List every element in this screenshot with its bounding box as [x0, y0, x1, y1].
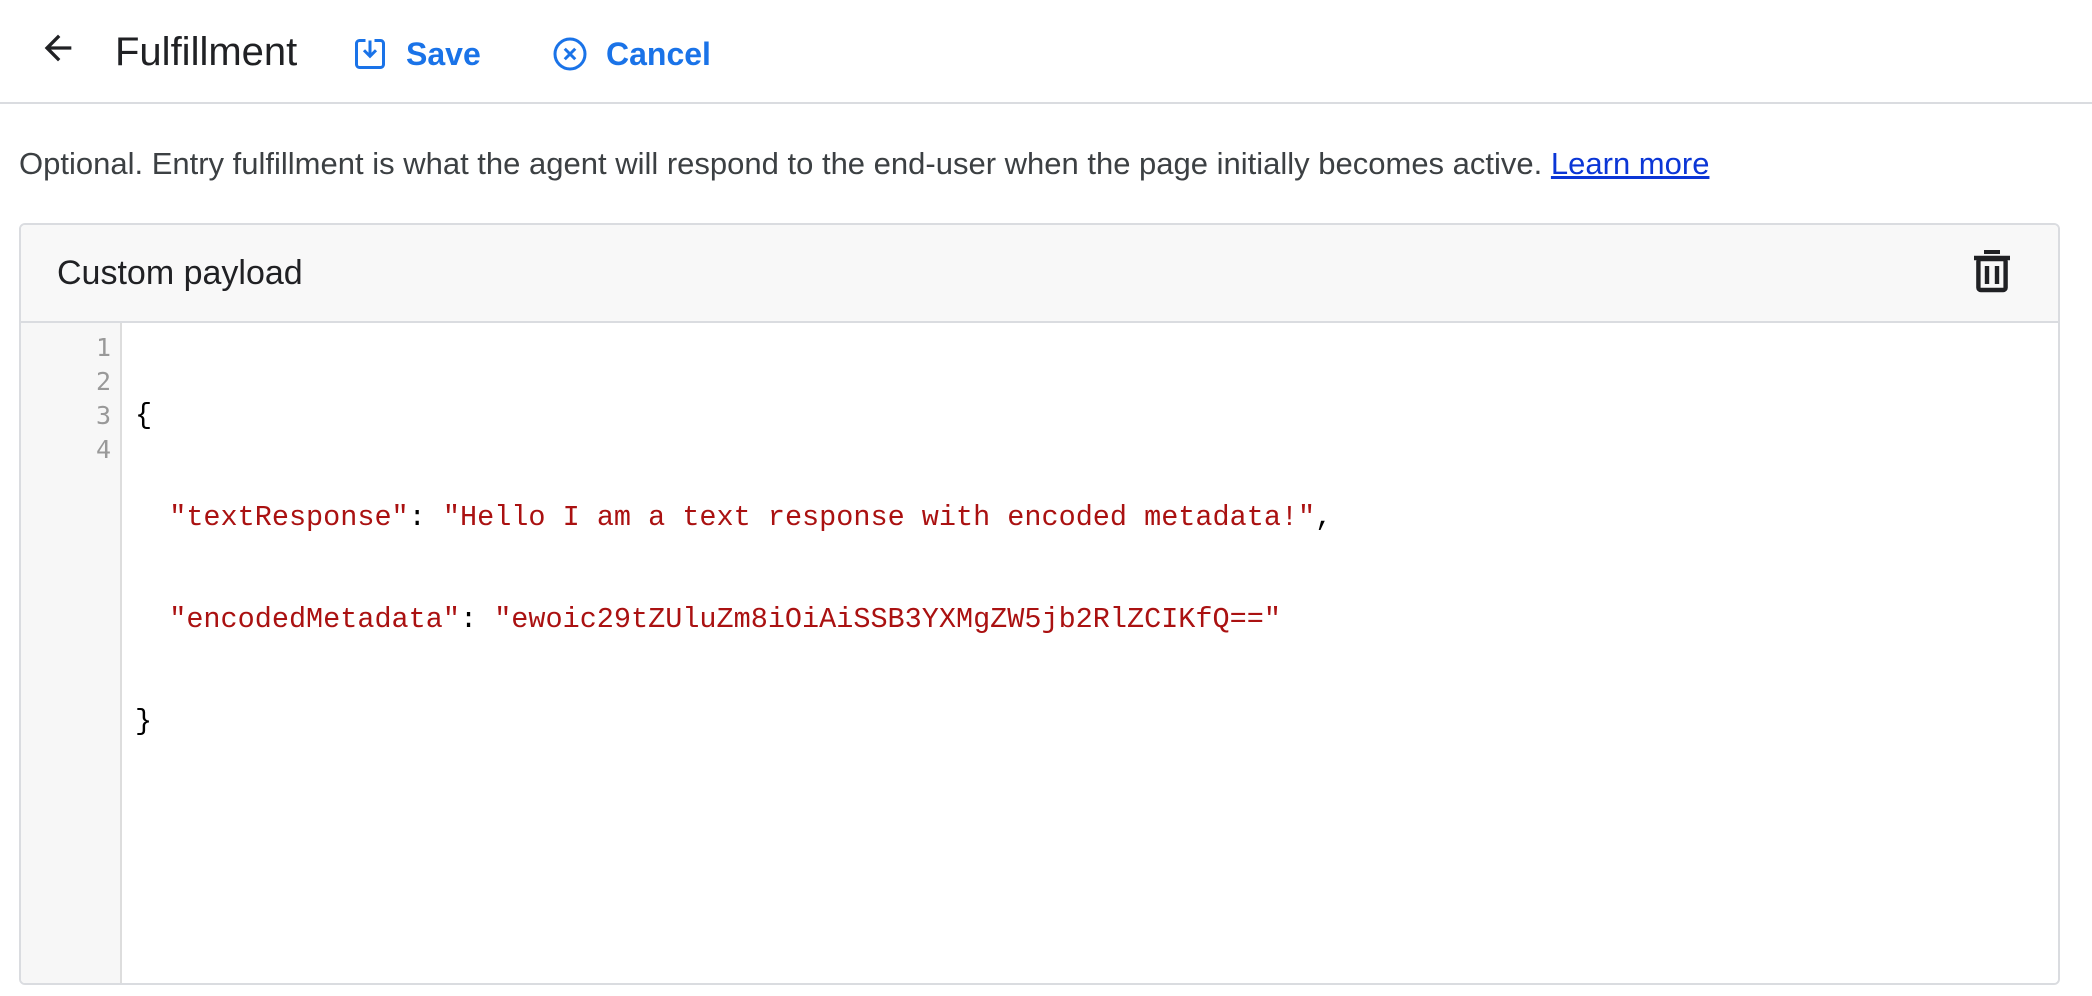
line-number-gutter: 1 2 3 4: [21, 323, 122, 983]
delete-button[interactable]: [1966, 247, 2018, 299]
page-title: Fulfillment: [115, 30, 298, 74]
save-label: Save: [406, 35, 481, 72]
learn-more-link[interactable]: Learn more: [1551, 146, 1710, 181]
back-button[interactable]: [30, 22, 86, 78]
json-separator: :: [459, 603, 495, 636]
json-comma: ,: [1315, 501, 1333, 534]
top-toolbar: Fulfillment Save Cancel: [0, 0, 2092, 104]
line-number: 3: [95, 401, 111, 430]
cancel-label: Cancel: [606, 35, 711, 72]
json-value: "ewoic29tZUluZm8iOiAiSSB3YXMgZW5jb2RlZCI…: [494, 603, 1281, 636]
cancel-button[interactable]: Cancel: [552, 30, 711, 78]
line-number: 1: [95, 333, 111, 362]
json-key: "encodedMetadata": [169, 603, 460, 636]
close-brace: }: [135, 705, 153, 738]
code-line: {: [135, 399, 1332, 433]
save-button[interactable]: Save: [352, 30, 481, 78]
open-brace: {: [135, 399, 153, 432]
trash-icon: [1972, 249, 2012, 298]
code-line: "encodedMetadata": "ewoic29tZUluZm8iOiAi…: [135, 603, 1332, 637]
line-number: 4: [95, 435, 111, 464]
json-code-editor[interactable]: 1 2 3 4 { "textResponse": "Hello I am a …: [21, 323, 2058, 983]
code-line: "textResponse": "Hello I am a text respo…: [135, 501, 1332, 535]
save-download-icon: [352, 36, 388, 72]
json-separator: :: [408, 501, 443, 534]
json-key: "textResponse": [169, 501, 409, 534]
arrow-back-icon: [38, 28, 78, 73]
custom-payload-card: Custom payload 1 2 3 4 { "textResponse":…: [19, 223, 2060, 985]
card-header: Custom payload: [21, 225, 2058, 323]
code-content[interactable]: { "textResponse": "Hello I am a text res…: [135, 331, 1332, 807]
line-number: 2: [95, 367, 111, 396]
cancel-circle-x-icon: [552, 36, 588, 72]
entry-fulfillment-description: Optional. Entry fulfillment is what the …: [19, 142, 1709, 186]
card-title: Custom payload: [57, 254, 303, 292]
code-line: }: [135, 705, 1332, 739]
description-text: Optional. Entry fulfillment is what the …: [19, 146, 1543, 181]
json-value: "Hello I am a text response with encoded…: [442, 501, 1316, 534]
